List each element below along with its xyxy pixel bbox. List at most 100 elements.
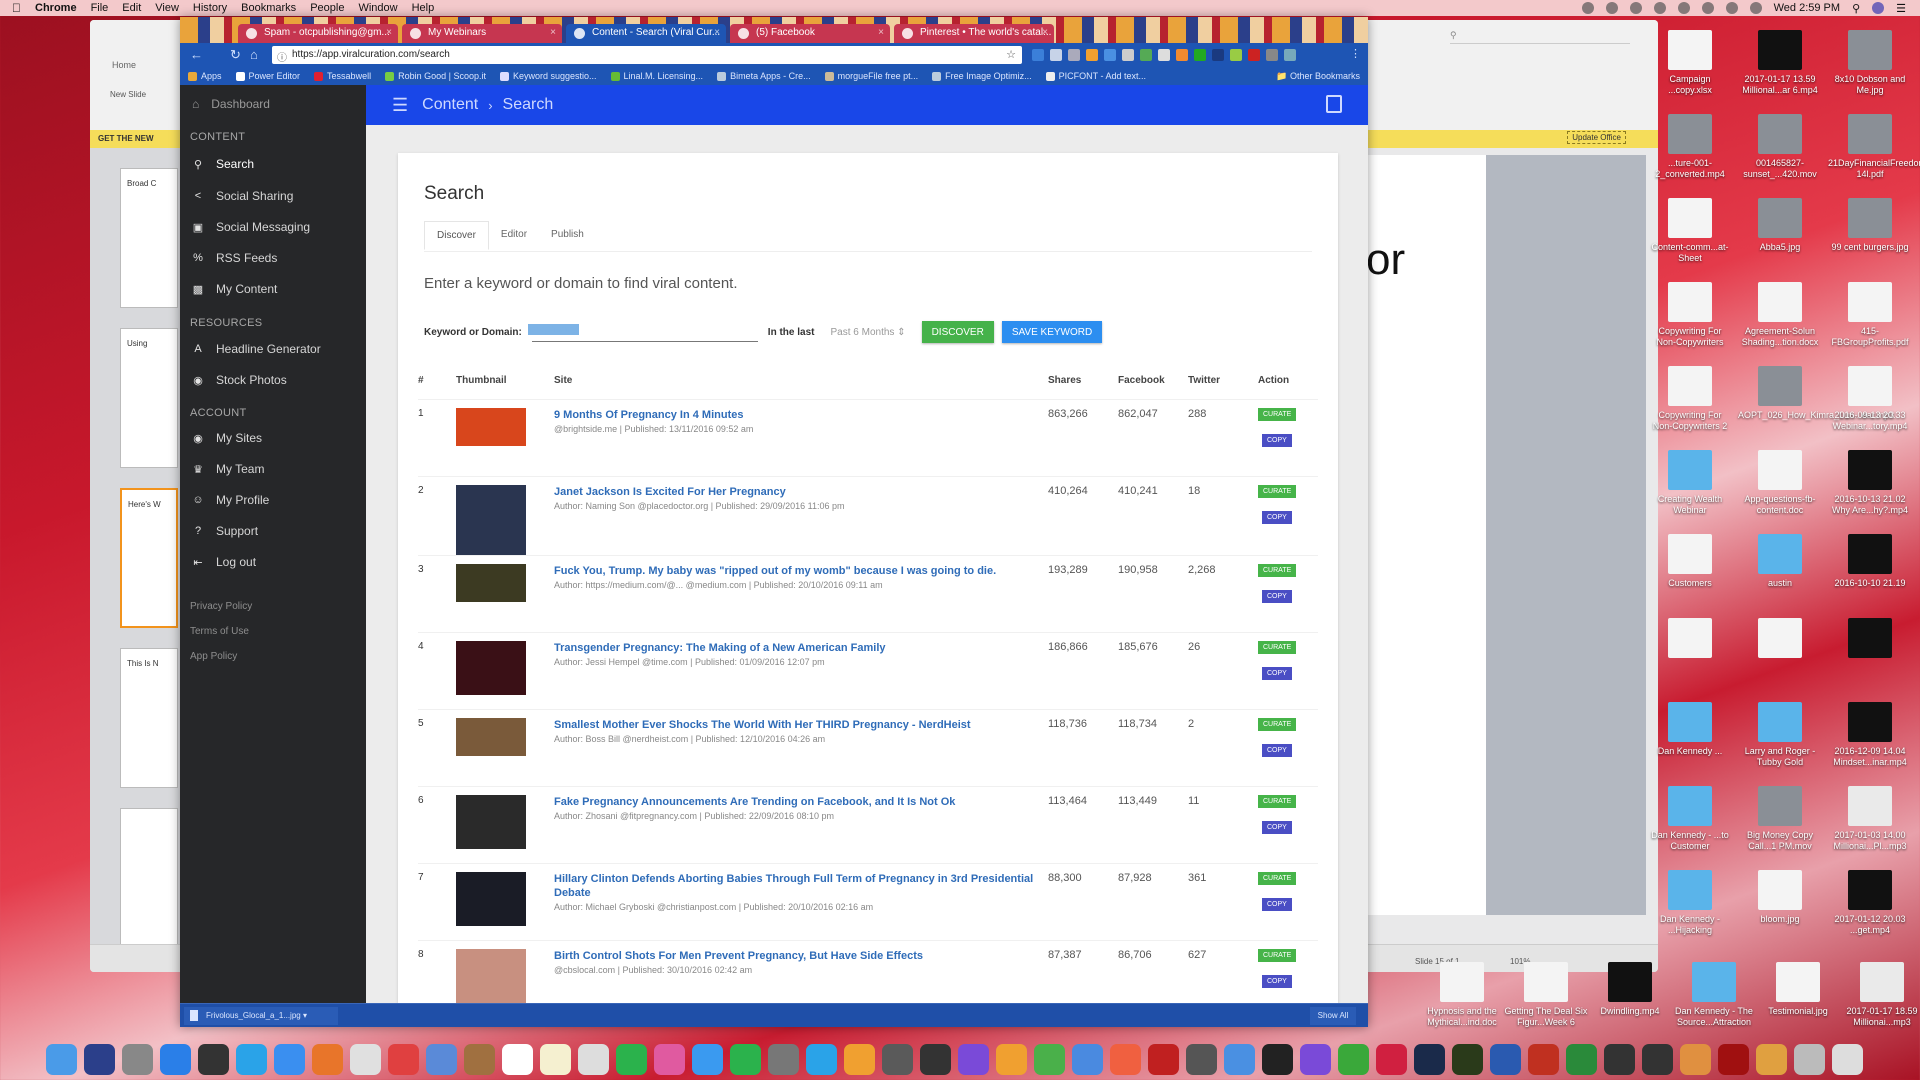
copy-button[interactable]: COPY: [1262, 589, 1292, 603]
firefox-icon[interactable]: [312, 1043, 343, 1075]
desktop-file[interactable]: 2017-01-03 14.00 Millionai...Pl...mp3: [1828, 786, 1912, 852]
thumbnail-image[interactable]: [456, 948, 526, 1003]
browser-tab[interactable]: (5) Facebook ×: [730, 24, 890, 43]
breadcrumb-content[interactable]: Content: [422, 96, 478, 114]
desktop-file[interactable]: Big Money Copy Call...1 PM.mov: [1738, 786, 1822, 852]
visual-studio-icon[interactable]: [1300, 1043, 1331, 1075]
slide-thumb[interactable]: [120, 808, 178, 948]
extension-icon[interactable]: [1248, 49, 1260, 61]
copy-button[interactable]: COPY: [1262, 743, 1292, 757]
time-machine-icon[interactable]: [1629, 2, 1642, 14]
desktop-file[interactable]: Hypnosis and the Mythical...ind.doc: [1420, 962, 1504, 1028]
photoshop-icon[interactable]: [1414, 1043, 1445, 1075]
ppt-home-tab[interactable]: Home: [112, 60, 136, 70]
thumbnail-image[interactable]: [456, 871, 526, 926]
desktop-file[interactable]: Dan Kennedy - ...to Customer: [1648, 786, 1732, 852]
desktop-file[interactable]: 2016-10-13 21.02 Why Are...hy?.mp4: [1828, 450, 1912, 516]
flower-icon[interactable]: [1680, 1043, 1711, 1075]
check-icon[interactable]: [1605, 2, 1618, 14]
bookmark[interactable]: Free Image Optimiz...: [932, 71, 1032, 81]
thumbnail-image[interactable]: [456, 640, 526, 695]
update-office-button[interactable]: Update Office: [1567, 131, 1626, 144]
hamburger-menu-icon[interactable]: ☰: [392, 95, 408, 116]
desktop-file[interactable]: Customers: [1648, 534, 1732, 589]
bookmark[interactable]: Robin Good | Scoop.it: [385, 71, 486, 81]
apple-menu-icon[interactable]: : [12, 1, 21, 15]
extension-icon[interactable]: [1266, 49, 1278, 61]
extension-icon[interactable]: [1050, 49, 1062, 61]
desktop-file[interactable]: Dan Kennedy ...: [1648, 702, 1732, 757]
extension-icon[interactable]: [1194, 49, 1206, 61]
creative-cloud-icon[interactable]: [1581, 2, 1594, 14]
desktop-file[interactable]: bloom.jpg: [1738, 870, 1822, 925]
keynote-2-icon[interactable]: [1072, 1043, 1103, 1075]
sidebar-item-rss-feeds[interactable]: % RSS Feeds: [192, 251, 277, 265]
save-keyword-button[interactable]: SAVE KEYWORD: [1001, 321, 1103, 343]
sidebar-item-my-content[interactable]: ▩ My Content: [192, 282, 278, 296]
system-preferences-icon[interactable]: [768, 1043, 799, 1075]
thumbnail-image[interactable]: [456, 484, 526, 555]
desktop-file[interactable]: [1828, 618, 1912, 662]
address-bar[interactable]: ⓘ https://app.viralcuration.com/search ☆: [272, 46, 1022, 64]
extension-icon[interactable]: [1158, 49, 1170, 61]
thumbnail-image[interactable]: [456, 407, 526, 446]
copy-button[interactable]: COPY: [1262, 510, 1292, 524]
quicktime-icon[interactable]: [1186, 1043, 1217, 1075]
desktop-file[interactable]: AOPT_026_How_Kimra_Lun...ear.mp3: [1738, 366, 1894, 421]
article-title-link[interactable]: Smallest Mother Ever Shocks The World Wi…: [554, 718, 1048, 732]
privacy-policy-link[interactable]: Privacy Policy: [190, 601, 252, 612]
sidebar-item-stock-photos[interactable]: ◉ Stock Photos: [192, 373, 287, 387]
slide-thumb[interactable]: Broad C: [120, 168, 178, 308]
itunes-icon[interactable]: [654, 1043, 685, 1075]
calendar-icon[interactable]: [502, 1043, 533, 1075]
desktop-file[interactable]: 8x10 Dobson and Me.jpg: [1828, 30, 1912, 96]
bookmark[interactable]: PICFONT - Add text...: [1045, 71, 1146, 81]
desktop-file[interactable]: Copywriting For Non-Copywriters: [1648, 282, 1732, 348]
copy-button[interactable]: COPY: [1262, 820, 1292, 834]
desktop-file[interactable]: [1738, 618, 1822, 662]
ppt-new-slide[interactable]: New Slide: [110, 90, 146, 99]
bookmark[interactable]: Bimeta Apps - Cre...: [717, 71, 811, 81]
thumbnail-image[interactable]: [456, 794, 526, 849]
chrome-menu-icon[interactable]: ⋮: [1350, 47, 1361, 60]
kindle-icon[interactable]: [1604, 1043, 1635, 1075]
tuneup-icon[interactable]: [1376, 1043, 1407, 1075]
tab-discover[interactable]: Discover: [424, 221, 489, 250]
desktop-file[interactable]: 2017-01-17 18.59 Millionai...mp3: [1840, 962, 1920, 1028]
curate-button[interactable]: CURATE: [1258, 794, 1297, 808]
close-tab-icon[interactable]: ×: [386, 27, 392, 38]
download-item[interactable]: Frivolous_Glocal_a_1...jpg ▾: [184, 1007, 338, 1025]
article-title-link[interactable]: Transgender Pregnancy: The Making of a N…: [554, 641, 1048, 655]
bluetooth-icon[interactable]: [1653, 2, 1666, 14]
sidebar-item-log-out[interactable]: ⇤ Log out: [192, 555, 256, 569]
desktop-file[interactable]: Campaign ...copy.xlsx: [1648, 30, 1732, 96]
menu-app-name[interactable]: Chrome: [35, 2, 77, 14]
facetime-icon[interactable]: [730, 1043, 761, 1075]
article-title-link[interactable]: Hillary Clinton Defends Aborting Babies …: [554, 872, 1048, 900]
notes-icon[interactable]: [1326, 95, 1342, 113]
acrobat-icon[interactable]: [1148, 1043, 1179, 1075]
numbers-icon[interactable]: [1034, 1043, 1065, 1075]
menu-bookmarks[interactable]: Bookmarks: [241, 2, 296, 14]
desktop-file[interactable]: 2017-01-17 13.59 Millional...ar 6.mp4: [1738, 30, 1822, 96]
skype-2-icon[interactable]: [806, 1043, 837, 1075]
sidebar-item-dashboard[interactable]: ⌂ Dashboard: [192, 97, 270, 111]
desktop-file[interactable]: [1648, 618, 1732, 662]
wifi-icon[interactable]: [1677, 2, 1690, 14]
spotify-icon[interactable]: [616, 1043, 647, 1075]
copy-button[interactable]: COPY: [1262, 433, 1292, 447]
bookmark[interactable]: Tessabwell: [314, 71, 371, 81]
excel-icon[interactable]: [1566, 1043, 1597, 1075]
slide-thumb[interactable]: This Is N: [120, 648, 178, 788]
menu-window[interactable]: Window: [358, 2, 397, 14]
desktop-file[interactable]: ...ture-001-2_converted.mp4: [1648, 114, 1732, 180]
extension-icon[interactable]: [1032, 49, 1044, 61]
discover-button[interactable]: DISCOVER: [921, 321, 994, 343]
extension-icon[interactable]: [1176, 49, 1188, 61]
article-title-link[interactable]: 9 Months Of Pregnancy In 4 Minutes: [554, 408, 1048, 422]
info-icon[interactable]: ⓘ: [277, 49, 287, 64]
messages-app-icon[interactable]: [692, 1043, 723, 1075]
article-title-link[interactable]: Birth Control Shots For Men Prevent Preg…: [554, 949, 1048, 963]
ppt-search-box[interactable]: ⚲: [1450, 30, 1630, 44]
desktop-file[interactable]: Agreement-Solun Shading...tion.docx: [1738, 282, 1822, 348]
